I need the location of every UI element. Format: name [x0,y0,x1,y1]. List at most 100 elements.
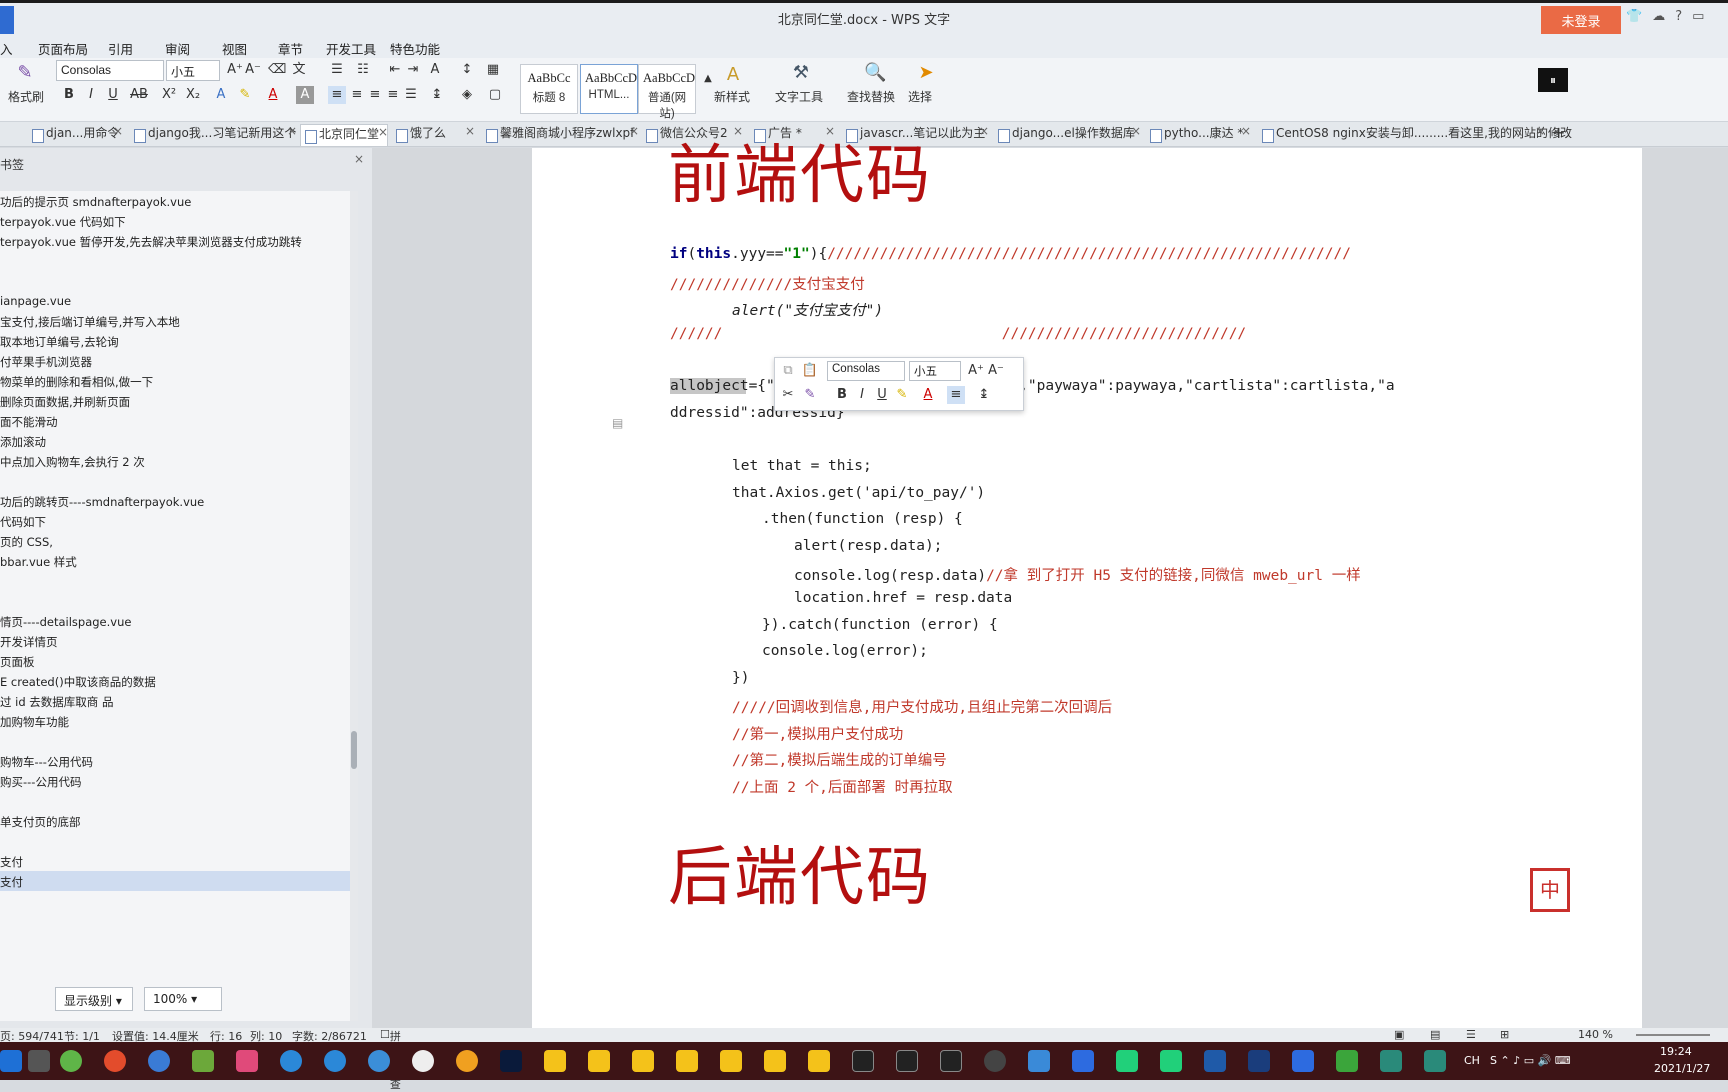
app-icon[interactable] [236,1050,258,1072]
format-painter-label[interactable]: 格式刷 [8,88,44,105]
font-color-icon[interactable]: A [264,86,282,104]
bold-icon[interactable]: B [60,86,78,104]
bookmark-item[interactable]: 页面板 [0,651,350,671]
bullet-list-icon[interactable]: ☰ [328,61,346,79]
bookmark-item[interactable]: 开发详情页 [0,631,350,651]
decrease-indent-icon[interactable]: ⇤ [386,61,404,79]
select-label[interactable]: 选择 [908,88,932,105]
folder-icon[interactable] [588,1050,610,1072]
outline-view-icon[interactable]: ☰ [1466,1028,1476,1041]
italic-icon[interactable]: I [853,386,871,404]
menu-item-chapter[interactable]: 章节 [278,39,303,58]
bold-icon[interactable]: B [833,386,851,404]
zoom-slider[interactable] [1636,1034,1710,1036]
style-heading8[interactable]: AaBbCc 标题 8 [520,64,578,114]
format-painter-icon[interactable]: ✎ [801,386,819,404]
char-shading-icon[interactable]: A [296,86,314,104]
italic-icon[interactable]: I [82,86,100,104]
tab-doc-active[interactable]: 北京同仁堂 × [300,124,388,146]
close-icon[interactable]: × [378,125,388,139]
powershell-icon[interactable] [1248,1050,1270,1072]
bookmark-item[interactable] [0,591,350,611]
terminal-icon[interactable] [896,1050,918,1072]
folder-icon[interactable] [676,1050,698,1072]
sort-icon[interactable]: ↕ [458,61,476,79]
bookmark-item[interactable]: 加购物车功能 [0,711,350,731]
close-icon[interactable]: × [465,124,475,138]
line-spacing-icon[interactable]: ↨ [428,86,446,104]
menu-item-view[interactable]: 视图 [222,39,247,58]
bookmark-item[interactable]: 支付 [0,871,350,891]
paragraph-marker-icon[interactable]: ▤ [612,416,623,430]
grow-font-icon[interactable]: A⁺ [226,61,244,79]
find-replace-label[interactable]: 查找替换 [847,88,895,105]
format-painter-icon[interactable]: ✎ [14,64,36,88]
clear-format-icon[interactable]: ⌫ [268,61,286,79]
style-html[interactable]: AaBbCcD HTML... [580,64,638,114]
char-size-icon[interactable]: A [426,61,444,79]
folder-icon[interactable] [720,1050,742,1072]
font-size-select[interactable]: 小五 [166,60,220,81]
bookmark-item[interactable]: 功后的跳转页----smdnafterpayok.vue [0,491,350,511]
media-icon[interactable] [1204,1050,1226,1072]
align-center-icon[interactable]: ≡ [348,86,366,104]
text-effect-icon[interactable]: A [212,86,230,104]
align-left-icon[interactable]: ≡ [328,86,346,104]
bookmark-item[interactable]: terpayok.vue 代码如下 [0,211,350,231]
page-view-icon[interactable]: ▤ [1430,1028,1440,1041]
scroll-thumb[interactable] [351,731,357,769]
notepad-icon[interactable] [192,1050,214,1072]
menu-item-references[interactable]: 引用 [108,39,133,58]
bookmark-item[interactable]: 过 id 去数据库取商 品 [0,691,350,711]
firefox-icon[interactable] [456,1050,478,1072]
app-icon[interactable] [1424,1050,1446,1072]
wps-icon[interactable] [1072,1050,1094,1072]
paste-icon[interactable]: 📋 [801,362,819,380]
bookmark-item[interactable] [0,731,350,751]
chat-icon[interactable]: ☁ [1652,9,1665,24]
bookmark-item[interactable]: 面不能滑动 [0,411,350,431]
find-replace-icon[interactable]: 🔍 [864,64,886,82]
highlight-icon[interactable]: ✎ [236,86,254,104]
skin-icon[interactable]: 👕 [1626,9,1642,24]
menu-item-developer[interactable]: 开发工具 [326,39,376,58]
highlight-icon[interactable]: ✎ [893,386,911,404]
grow-font-icon[interactable]: A⁺ [967,362,985,380]
table-icon[interactable]: ▦ [484,61,502,79]
numbered-list-icon[interactable]: ☷ [354,61,372,79]
terminal-icon[interactable] [852,1050,874,1072]
wps-writer-icon[interactable] [1292,1050,1314,1072]
status-zoom[interactable]: 140 % [1578,1028,1613,1041]
close-icon[interactable]: × [629,124,639,138]
pycharm-icon[interactable] [1116,1050,1138,1072]
copy-icon[interactable]: ⧉ [779,362,797,380]
new-style-label[interactable]: 新样式 [714,88,750,105]
font-family-select[interactable]: Consolas [56,60,164,81]
style-normal-web[interactable]: AaBbCcD 普通(网站) [638,64,696,120]
align-icon[interactable]: ≡ [947,386,965,404]
tab-doc[interactable]: djan...用命令 × [28,124,123,146]
tray-time[interactable]: 19:24 [1660,1045,1692,1058]
login-button[interactable]: 未登录 [1541,6,1621,34]
tab-doc[interactable]: 馨雅阁商城小程序zwlxpf × [482,124,639,146]
bookmark-item[interactable]: 单支付页的底部 [0,811,350,831]
distribute-icon[interactable]: ☰ [402,86,420,104]
browser-icon[interactable] [148,1050,170,1072]
folder-icon[interactable] [808,1050,830,1072]
close-icon[interactable]: × [354,152,364,166]
pycharm-icon[interactable] [1160,1050,1182,1072]
select-cursor-icon[interactable]: ➤ [917,64,935,82]
hbuilder-icon[interactable] [1336,1050,1358,1072]
folder-icon[interactable] [764,1050,786,1072]
bookmark-item[interactable]: 支付 [0,851,350,871]
border-icon[interactable]: ▢ [486,86,504,104]
superscript-icon[interactable]: X² [160,86,178,104]
underline-icon[interactable]: U [873,386,891,404]
bookmark-item[interactable]: 功后的提示页 smdnafterpayok.vue [0,191,350,211]
menu-item-insert[interactable]: 入 [0,39,13,58]
display-level-select[interactable]: 显示级别 ▾ [55,987,133,1011]
text-tools-label[interactable]: 文字工具 [775,88,823,105]
close-icon[interactable]: × [1131,124,1141,138]
increase-indent-icon[interactable]: ⇥ [404,61,422,79]
subscript-icon[interactable]: X₂ [184,86,202,104]
